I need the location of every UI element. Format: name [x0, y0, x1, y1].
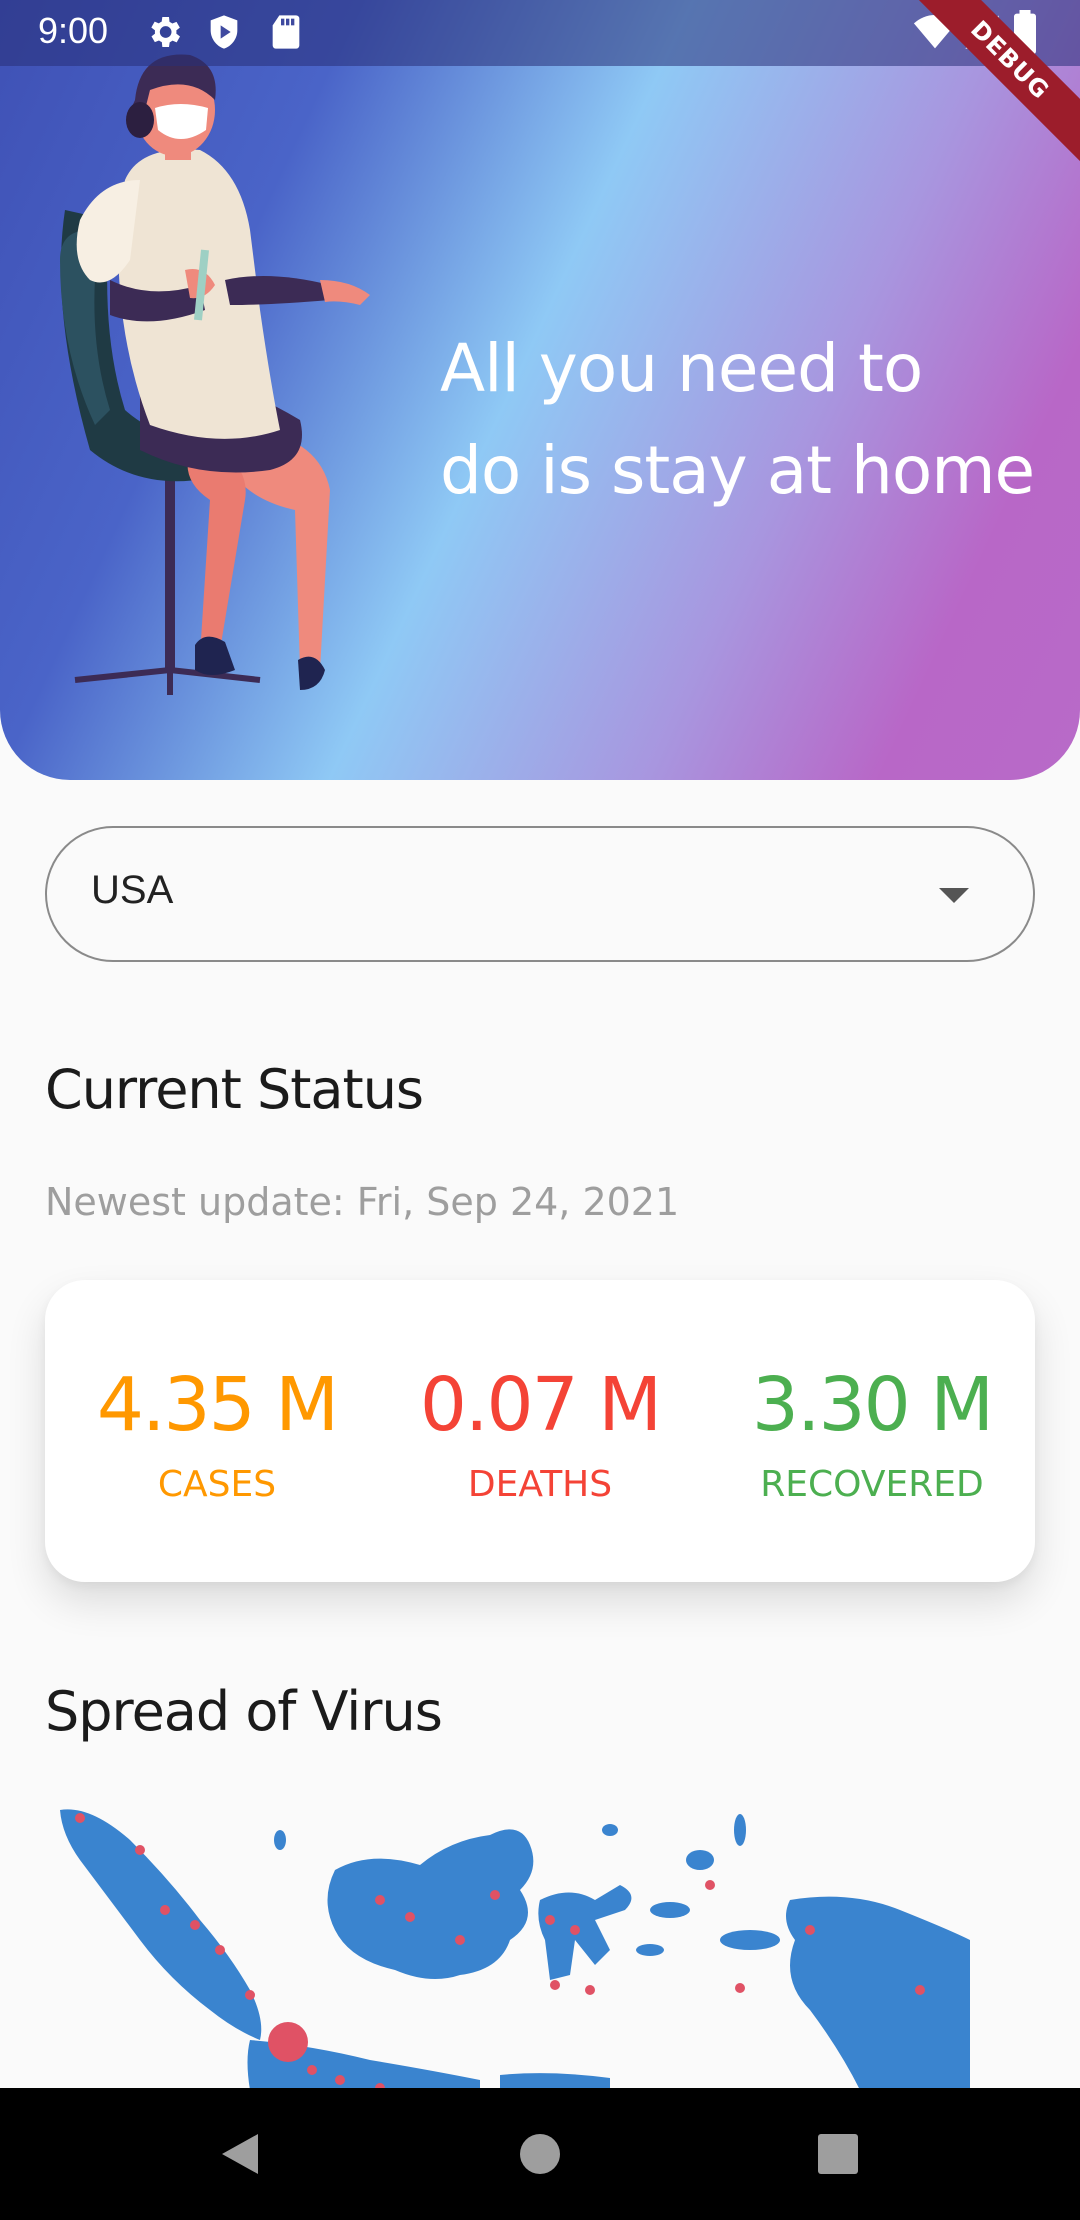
status-time: 9:00: [38, 10, 109, 51]
last-updated-text: Newest update: Fri, Sep 24, 2021: [45, 1180, 680, 1224]
chevron-down-icon: [939, 888, 969, 903]
recovered-label: RECOVERED: [760, 1464, 984, 1505]
recents-icon[interactable]: [778, 2088, 898, 2220]
home-icon[interactable]: [480, 2088, 600, 2220]
stat-cases: 4.35 M CASES: [67, 1360, 367, 1505]
recovered-value: 3.30 M: [751, 1362, 994, 1448]
status-bar: 9:00: [0, 0, 1080, 66]
stat-recovered: 3.30 M RECOVERED: [722, 1360, 1022, 1505]
cases-value: 4.35 M: [96, 1362, 339, 1448]
stat-deaths: 0.07 M DEATHS: [390, 1360, 690, 1505]
country-dropdown-value: USA: [91, 868, 174, 912]
back-icon[interactable]: [180, 2088, 300, 2220]
deaths-label: DEATHS: [467, 1464, 613, 1505]
spread-map: [60, 1809, 970, 2090]
spread-title: Spread of Virus: [45, 1680, 443, 1743]
sd-card-icon: [272, 15, 300, 49]
system-nav-bar: [0, 2088, 1080, 2220]
cases-label: CASES: [157, 1464, 277, 1505]
hero-banner: All you need to do is stay at home 9:00 …: [0, 0, 1080, 780]
gear-icon: [151, 17, 180, 47]
shield-icon: [210, 15, 238, 49]
hero-title-line2: do is stay at home: [440, 432, 1035, 509]
stats-card: 4.35 M CASES 0.07 M DEATHS 3.30 M RECOVE…: [45, 1280, 1035, 1582]
hero-title-line1: All you need to: [440, 330, 923, 407]
country-dropdown[interactable]: USA: [45, 826, 1035, 962]
hero-title: All you need to do is stay at home: [440, 318, 1060, 522]
stay-home-illustration: [60, 54, 370, 695]
current-status-title: Current Status: [45, 1058, 424, 1121]
deaths-value: 0.07 M: [419, 1362, 662, 1448]
